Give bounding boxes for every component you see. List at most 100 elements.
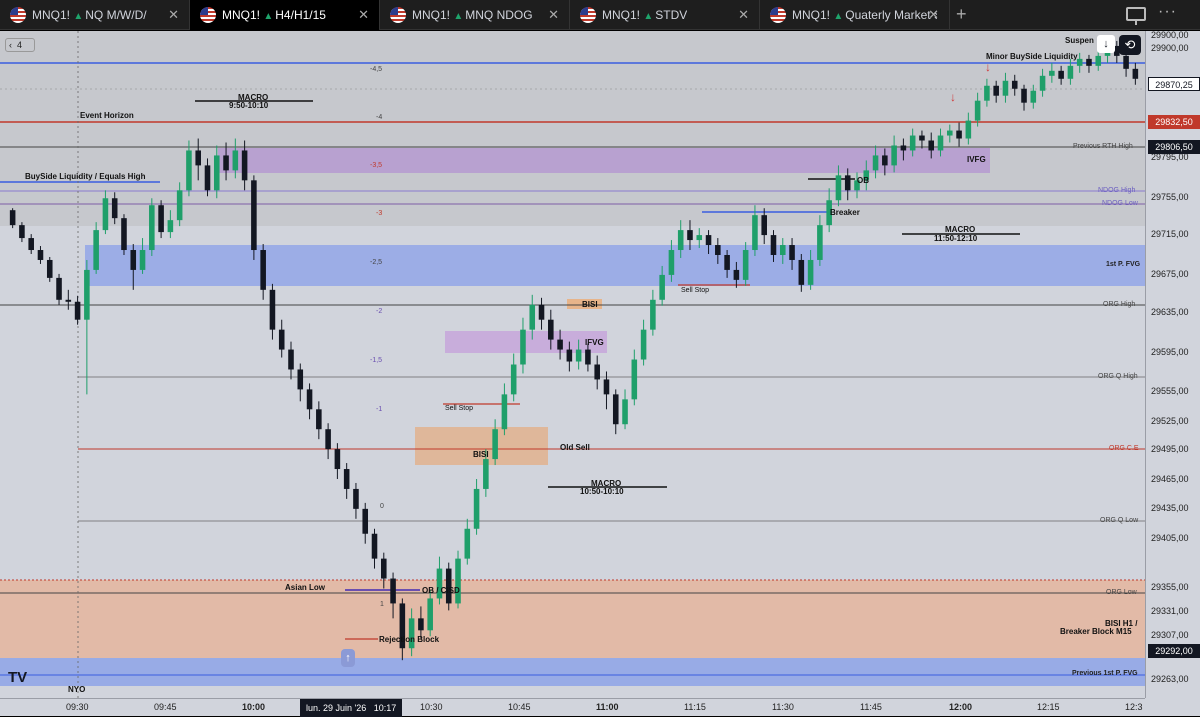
event-horizon-tag: 29832,50 (1148, 115, 1200, 129)
candle-up (659, 274, 665, 300)
price-tick: 29715,00 (1151, 229, 1189, 239)
candle-up (520, 329, 526, 365)
candle-down (306, 389, 313, 410)
org-ce-label: ORG C.E (1109, 445, 1139, 452)
time-tick: 11:30 (772, 702, 794, 712)
candle-down (612, 394, 619, 425)
candle-down (260, 250, 266, 290)
candle-up (1067, 65, 1074, 79)
chart-drawings (0, 31, 1145, 698)
tab-label: MNQ1! ▲ STDV (602, 8, 688, 22)
candle-up (984, 85, 990, 101)
red-arrow-down-icon: ↓ (950, 90, 956, 104)
candle-down (538, 304, 545, 320)
chevron-left-icon: ‹ (9, 40, 12, 50)
ifvg-zone (445, 331, 607, 353)
price-tick: 29263,00 (1151, 674, 1189, 684)
candle-up (807, 259, 814, 285)
candle-up (510, 364, 517, 395)
asian-low-label: Asian Low (285, 583, 326, 592)
candle-up (622, 399, 628, 425)
candle-up (139, 250, 146, 270)
tab-nq-mwd[interactable]: MNQ1! ▲ NQ M/W/D/ ✕ (0, 0, 190, 30)
old-sell-label: Old Sell (560, 443, 590, 452)
candle-up (149, 205, 155, 251)
more-icon[interactable]: ··· (1158, 3, 1177, 21)
candle-down (343, 469, 350, 489)
rejection-block-label: Rejection Block (379, 635, 440, 644)
org-low-label: ORG Low (1106, 589, 1137, 596)
tab-bar: MNQ1! ▲ NQ M/W/D/ ✕ MNQ1! ▲ H4/H1/15 ✕ MNQ1!… (0, 0, 1200, 30)
zoom-control[interactable]: ‹ 4 (5, 38, 35, 52)
tab-stdv[interactable]: MNQ1! ▲ STDV ✕ (570, 0, 760, 30)
candle-down (241, 150, 248, 181)
close-icon[interactable]: ✕ (928, 7, 939, 23)
candle-down (195, 150, 201, 166)
layout-icon[interactable] (1126, 7, 1146, 25)
candle-up (575, 349, 582, 362)
candle-up (650, 299, 656, 330)
close-icon[interactable]: ✕ (738, 7, 749, 23)
candle-down (603, 379, 610, 395)
tab-quaterly-market[interactable]: MNQ1! ▲ Quaterly Market S ✕ (760, 0, 950, 30)
candle-down (928, 140, 935, 151)
arrow-down-icon[interactable]: ↓ (1097, 35, 1115, 53)
price-tick: 29355,00 (1151, 582, 1189, 592)
close-icon[interactable]: ✕ (358, 7, 369, 23)
reset-chart-icon[interactable]: ⟲ (1119, 35, 1141, 55)
candle-up (677, 230, 684, 251)
candle-down (770, 235, 777, 255)
time-tick: 11:00 (596, 702, 619, 712)
upper-shade-zone (0, 31, 1145, 226)
price-tick: 29635,00 (1151, 307, 1189, 317)
price-tick: 29435,00 (1151, 503, 1189, 513)
candle-down (1011, 80, 1018, 89)
time-tick: 12:00 (949, 702, 973, 712)
candle-down (204, 165, 211, 191)
zoom-value: 4 (17, 40, 23, 50)
candle-down (418, 618, 424, 631)
candle-down (353, 488, 359, 509)
tab-label: MNQ1! ▲ NQ M/W/D/ (32, 8, 147, 22)
close-icon[interactable]: ✕ (548, 7, 559, 23)
candle-down (362, 508, 369, 534)
price-tick: 29555,00 (1151, 386, 1189, 396)
candle-up (631, 359, 638, 400)
candle-down (297, 369, 304, 390)
price-axis[interactable]: 29900,00 29900,00 29795,00 29755,00 2971… (1145, 30, 1200, 698)
candle-up (232, 150, 239, 171)
ndog-low-label: NDOG Low (1102, 200, 1138, 207)
candle-up (696, 235, 703, 241)
price-tick: 29595,00 (1151, 347, 1189, 357)
candle-down (278, 329, 285, 350)
time-axis[interactable]: 09:30 09:45 10:00 10:30 10:45 11:00 11:1… (0, 698, 1145, 717)
candle-down (288, 349, 294, 370)
candle-up (835, 175, 842, 201)
price-tick: 29900,00 (1151, 30, 1189, 40)
tab-h4-h1-15[interactable]: MNQ1! ▲ H4/H1/15 ✕ (190, 0, 380, 30)
candle-up (455, 558, 461, 604)
bottom-price-tag: 29292,00 (1148, 644, 1200, 658)
candle-down (1021, 88, 1027, 103)
candle-down (715, 245, 721, 255)
chart-area[interactable]: MACRO 9:50-10:10 MACRO 11:50-12:10 MACRO… (0, 30, 1200, 717)
close-icon[interactable]: ✕ (168, 7, 179, 23)
ivfg-label: IVFG (967, 155, 986, 164)
candle-down (19, 225, 25, 239)
candle-down (56, 277, 62, 300)
candle-up (891, 145, 897, 166)
add-tab-button[interactable]: + (956, 4, 967, 25)
bisi-label-1: BISI (582, 300, 598, 309)
candle-up (872, 155, 879, 171)
tab-mnq-ndog[interactable]: MNQ1! ▲ MNQ NDOG ✕ (380, 0, 570, 30)
time-tick: 12:15 (1037, 702, 1060, 712)
candle-down (900, 145, 907, 151)
candle-up (464, 528, 471, 559)
price-tick: 29525,00 (1151, 416, 1189, 426)
candle-up (427, 598, 433, 631)
candle-down (789, 245, 795, 260)
tab-label: MNQ1! ▲ H4/H1/15 (222, 8, 326, 22)
candle-up (668, 250, 675, 275)
price-tick: 29495,00 (1151, 444, 1189, 454)
time-tick: 10:30 (420, 702, 443, 712)
